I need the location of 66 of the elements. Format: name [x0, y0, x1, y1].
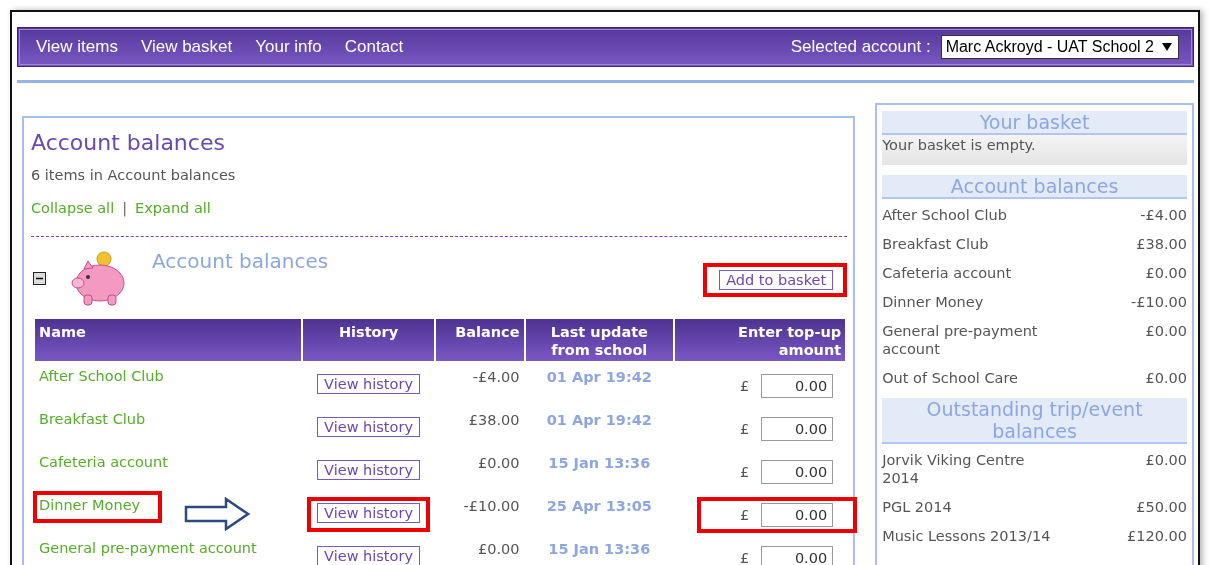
item-count: 6 items in Account balances — [31, 167, 237, 183]
column-header: Balance — [435, 319, 524, 361]
balance-amount: -£4.00 — [1140, 206, 1187, 224]
balance-amount: £0.00 — [1145, 264, 1187, 282]
currency-symbol: £ — [739, 378, 750, 394]
nav-link[interactable]: Your info — [255, 37, 322, 57]
balance-cell: £38.00 — [468, 411, 520, 428]
account-dropdown[interactable]: Marc Ackroyd - UAT School 2 — [940, 35, 1179, 59]
balance-name: PGL 2014 — [882, 498, 953, 516]
balance-name: Out of School Care — [882, 369, 1019, 387]
add-to-basket-button[interactable]: Add to basket — [719, 270, 834, 290]
balance-amount: £0.00 — [1145, 369, 1187, 387]
currency-symbol: £ — [739, 421, 750, 437]
last-update-cell: 25 Apr 13:05 — [546, 497, 652, 514]
top-up-input[interactable]: 0.00 — [761, 503, 834, 527]
nav-link[interactable]: Contact — [344, 37, 404, 57]
view-history-button[interactable]: View history — [317, 546, 420, 565]
balance-name: Cafeteria account — [882, 264, 1013, 282]
collapse-toggle[interactable] — [33, 272, 46, 285]
link-separator: | — [122, 200, 128, 216]
column-header: Name — [35, 319, 302, 361]
balance-cell: £0.00 — [478, 540, 520, 557]
caret-icon — [1162, 43, 1172, 51]
balance-amount: £0.00 — [1145, 451, 1187, 470]
view-history-button[interactable]: View history — [317, 503, 420, 523]
top-up-input[interactable]: 0.00 — [761, 546, 834, 565]
last-update-cell: 15 Jan 13:36 — [548, 454, 651, 471]
sidebar-heading: Outstanding trip/event balances — [882, 398, 1187, 444]
currency-symbol: £ — [739, 464, 750, 480]
balance-name: After School Club — [882, 206, 1008, 224]
basket-message: Your basket is empty. — [882, 135, 1187, 165]
balance-name: Music Lessons 2013/14 — [882, 527, 1052, 545]
top-up-input[interactable]: 0.00 — [761, 374, 834, 398]
balance-amount: -£10.00 — [1131, 293, 1187, 311]
column-header: History — [303, 319, 434, 361]
section-title: Account balances — [152, 249, 329, 273]
balance-amount: £0.00 — [1145, 322, 1187, 341]
sidebar-heading: Account balances — [882, 175, 1187, 199]
view-history-button[interactable]: View history — [317, 417, 420, 437]
balance-amount: £38.00 — [1136, 235, 1187, 253]
arrow-icon — [184, 497, 251, 531]
sidebar-heading: Your basket — [882, 111, 1187, 135]
last-update-cell: 01 Apr 19:42 — [546, 368, 652, 385]
top-up-input[interactable]: 0.00 — [761, 417, 834, 441]
balance-cell: -£4.00 — [472, 368, 520, 385]
column-header: Last update from school — [525, 319, 674, 361]
balance-cell: £0.00 — [478, 454, 520, 471]
currency-symbol: £ — [739, 507, 750, 523]
last-update-cell: 15 Jan 13:36 — [548, 540, 651, 557]
page-title: Account balances — [31, 130, 226, 155]
last-update-cell: 01 Apr 19:42 — [546, 411, 652, 428]
balance-amount: £50.00 — [1136, 498, 1187, 516]
currency-symbol: £ — [739, 550, 750, 565]
balance-name: Dinner Money — [882, 293, 985, 311]
balance-name: General pre-payment account — [882, 322, 1039, 358]
view-history-button[interactable]: View history — [317, 460, 420, 480]
balance-amount: £120.00 — [1127, 527, 1187, 545]
balance-name: Breakfast Club — [882, 235, 990, 253]
column-header: Enter top-up amount — [675, 319, 846, 361]
account-label: Selected account : — [790, 37, 931, 57]
top-up-input[interactable]: 0.00 — [761, 460, 834, 484]
view-history-button[interactable]: View history — [317, 374, 420, 394]
balance-name: Jorvik Viking Centre 2014 — [882, 451, 1026, 487]
nav-link[interactable]: View items — [36, 37, 118, 57]
nav-link[interactable]: View basket — [140, 37, 233, 57]
balance-cell: -£10.00 — [463, 497, 520, 514]
